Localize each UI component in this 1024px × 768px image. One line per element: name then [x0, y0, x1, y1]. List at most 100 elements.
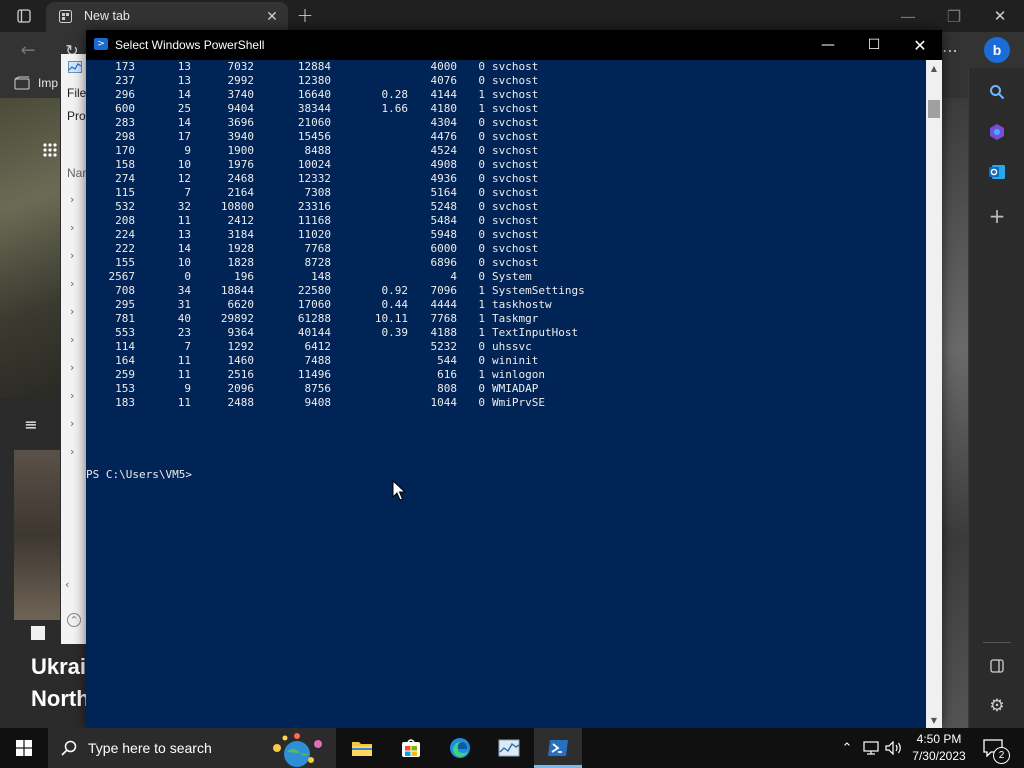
app-launcher-icon[interactable]: [40, 140, 60, 160]
powershell-window-title: Select Windows PowerShell: [115, 38, 265, 52]
new-tab-plus-icon[interactable]: +: [294, 3, 316, 27]
scroll-left-arrow-icon[interactable]: ‹: [65, 578, 69, 591]
minimize-icon[interactable]: —: [805, 30, 851, 60]
cell-si: 1: [478, 312, 485, 325]
cell-id: 6000: [430, 242, 458, 255]
cell-ws: 23316: [297, 200, 331, 213]
expand-row-chevron-icon[interactable]: ›: [70, 249, 74, 262]
copilot-icon[interactable]: [983, 118, 1011, 146]
cell-handles: 553: [115, 326, 135, 339]
cell-pm: 2468: [227, 172, 255, 185]
cell-npm: 11: [177, 396, 191, 409]
network-icon[interactable]: [861, 738, 881, 758]
table-row: 153 9 2096 8756 808 0 WMIADAP: [86, 382, 606, 396]
close-window-icon[interactable]: ✕: [897, 30, 943, 60]
search-icon[interactable]: [983, 78, 1011, 106]
outlook-icon[interactable]: [983, 158, 1011, 186]
scroll-down-arrow-icon[interactable]: ▼: [926, 712, 942, 728]
expand-row-chevron-icon[interactable]: ›: [70, 221, 74, 234]
expand-row-chevron-icon[interactable]: ›: [70, 193, 74, 206]
cell-id: 4180: [430, 102, 458, 115]
cell-pm: 196: [234, 270, 254, 283]
expand-row-chevron-icon[interactable]: ›: [70, 333, 74, 346]
maximize-icon[interactable]: ☐: [851, 30, 897, 60]
import-favorites-icon[interactable]: [12, 74, 32, 92]
powershell-console-output[interactable]: 173 13 7032 12884 4000 0 svchost 237 13 2992 12380…: [86, 60, 926, 728]
taskbar-clock-date[interactable]: 7/30/2023: [904, 749, 974, 763]
task-manager-processes-tab[interactable]: Pro: [67, 109, 86, 123]
cell-process-name: svchost: [492, 60, 539, 73]
powershell-titlebar[interactable]: > Select Windows PowerShell — ☐ ✕: [86, 30, 942, 60]
expand-row-chevron-icon[interactable]: ›: [70, 305, 74, 318]
cell-process-name: winlogon: [492, 368, 545, 381]
powershell-prompt[interactable]: PS C:\Users\VM5>: [86, 468, 192, 481]
task-manager-taskbar-icon[interactable]: [485, 728, 533, 768]
bing-chat-icon[interactable]: b: [983, 36, 1011, 64]
show-hidden-icons-chevron-icon[interactable]: ⌃: [838, 738, 856, 758]
volume-icon[interactable]: [884, 738, 904, 758]
powershell-taskbar-icon[interactable]: [534, 728, 582, 768]
table-row: 295 31 6620 17060 0.44 4444 1 taskhostw: [86, 298, 606, 312]
cell-ws: 21060: [297, 116, 331, 129]
start-button[interactable]: [0, 728, 48, 768]
settings-gear-icon[interactable]: ⚙: [983, 692, 1011, 720]
more-menu-icon[interactable]: ⋯: [940, 40, 960, 60]
minimize-icon[interactable]: —: [898, 6, 918, 26]
console-scrollbar[interactable]: ▲ ▼: [926, 60, 942, 728]
taskbar-search-box[interactable]: Type here to search: [48, 728, 336, 768]
cell-handles: 259: [115, 368, 135, 381]
expand-row-chevron-icon[interactable]: ›: [70, 361, 74, 374]
news-photo: [14, 450, 60, 620]
cell-ws: 12332: [297, 172, 331, 185]
cell-id: 808: [437, 382, 457, 395]
restore-icon[interactable]: ❐: [944, 6, 964, 26]
cell-id: 4144: [430, 88, 458, 101]
cell-si: 0: [478, 340, 485, 353]
microsoft-store-taskbar-icon[interactable]: [387, 728, 435, 768]
edge-browser-taskbar-icon[interactable]: [436, 728, 484, 768]
cell-npm: 13: [177, 60, 191, 73]
news-headline-line2[interactable]: North: [31, 686, 90, 712]
cell-process-name: svchost: [492, 102, 539, 115]
close-window-icon[interactable]: ✕: [990, 6, 1010, 26]
cell-pm: 2412: [227, 214, 255, 227]
expand-row-chevron-icon[interactable]: ›: [70, 389, 74, 402]
cell-npm: 7: [184, 340, 191, 353]
file-explorer-taskbar-icon[interactable]: [338, 728, 386, 768]
edge-tab-new-tab[interactable]: New tab ✕: [46, 2, 288, 32]
task-manager-file-menu[interactable]: File: [67, 86, 86, 100]
hamburger-menu-icon[interactable]: ≡: [22, 415, 40, 434]
scrollbar-thumb[interactable]: [928, 100, 940, 118]
expand-row-chevron-icon[interactable]: ›: [70, 445, 74, 458]
expand-row-chevron-icon[interactable]: ›: [70, 277, 74, 290]
cell-id: 5248: [430, 200, 458, 213]
favorites-import-label[interactable]: Imp: [38, 76, 58, 90]
cell-id: 7096: [430, 284, 458, 297]
cell-pm: 3696: [227, 116, 255, 129]
cell-process-name: svchost: [492, 130, 539, 143]
cell-cpu: 0.39: [381, 326, 409, 339]
cell-process-name: svchost: [492, 228, 539, 241]
add-sidebar-app-icon[interactable]: +: [983, 202, 1011, 230]
task-manager-name-column-header[interactable]: Nar: [67, 166, 86, 180]
cell-id: 4444: [430, 298, 458, 311]
cell-handles: 153: [115, 382, 135, 395]
cell-npm: 11: [177, 368, 191, 381]
tab-actions-icon[interactable]: [12, 6, 36, 26]
cell-handles: 158: [115, 158, 135, 171]
cell-id: 5948: [430, 228, 458, 241]
fewer-details-chevron-icon[interactable]: ^: [67, 613, 81, 627]
news-headline-line1[interactable]: Ukrai: [31, 654, 86, 680]
scroll-up-arrow-icon[interactable]: ▲: [926, 60, 942, 76]
expand-row-chevron-icon[interactable]: ›: [70, 417, 74, 430]
table-row: 600 25 9404 38344 1.66 4180 1 svchost: [86, 102, 606, 116]
hide-sidebar-icon[interactable]: [983, 652, 1011, 680]
cell-id: 5484: [430, 214, 458, 227]
taskbar-clock-time[interactable]: 4:50 PM: [904, 732, 974, 746]
close-tab-icon[interactable]: ✕: [264, 9, 280, 25]
cell-npm: 7: [184, 186, 191, 199]
back-arrow-icon[interactable]: ←: [16, 40, 40, 61]
search-placeholder: Type here to search: [88, 740, 212, 756]
cell-pm: 2164: [227, 186, 255, 199]
cell-ws: 11168: [297, 214, 331, 227]
